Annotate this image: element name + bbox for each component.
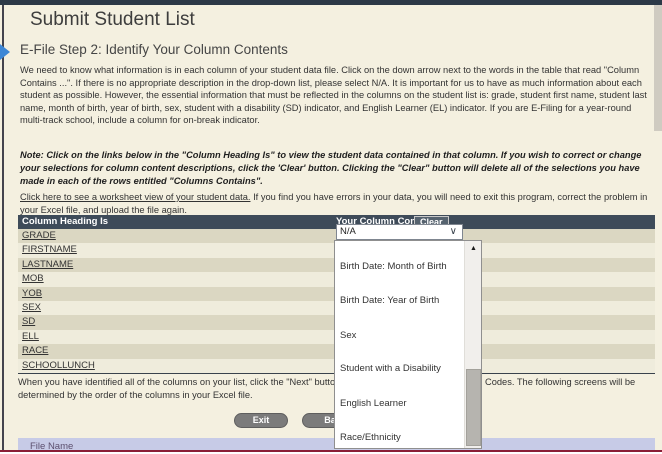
file-name-label: File Name xyxy=(30,441,73,450)
grade-column-select[interactable]: N/A ∨ xyxy=(336,224,463,240)
row-link-sd[interactable]: SD xyxy=(18,316,35,327)
row-link-mob[interactable]: MOB xyxy=(18,273,44,284)
row-link-ell[interactable]: ELL xyxy=(18,331,39,342)
next-instructions-right: Codes. The following screens will be xyxy=(485,377,635,387)
intro-paragraph: We need to know what information is in e… xyxy=(20,64,652,127)
next-instructions-left: When you have identified all of the colu… xyxy=(18,377,348,387)
scrollbar-thumb[interactable] xyxy=(466,369,481,446)
row-link-lastname[interactable]: LASTNAME xyxy=(18,259,73,270)
left-border xyxy=(2,5,4,450)
worksheet-paragraph: Click here to see a worksheet view of yo… xyxy=(20,191,652,216)
dropdown-scrollbar[interactable]: ▲ xyxy=(464,241,481,448)
row-link-sex[interactable]: SEX xyxy=(18,302,41,313)
section-heading: E-File Step 2: Identify Your Column Cont… xyxy=(20,42,288,57)
dropdown-option-race-ethnicity[interactable]: Race/Ethnicity xyxy=(340,432,401,443)
window-edge-strip xyxy=(654,5,662,131)
dropdown-option-sex[interactable]: Sex xyxy=(340,330,356,341)
row-link-firstname[interactable]: FIRSTNAME xyxy=(18,244,77,255)
dropdown-option-english-learner[interactable]: English Learner xyxy=(340,398,407,409)
step-arrow-icon xyxy=(0,44,10,60)
column-contains-dropdown: Birth Date: Month of Birth Birth Date: Y… xyxy=(334,240,482,449)
row-link-schoollunch[interactable]: SCHOOLLUNCH xyxy=(18,360,95,371)
worksheet-view-link[interactable]: Click here to see a worksheet view of yo… xyxy=(20,192,250,202)
row-link-race[interactable]: RACE xyxy=(18,345,48,356)
grade-select-value: N/A xyxy=(340,226,356,237)
col-heading-is-header: Column Heading Is xyxy=(22,215,108,229)
dropdown-option-month-of-birth[interactable]: Birth Date: Month of Birth xyxy=(340,261,447,272)
scroll-up-arrow-icon[interactable]: ▲ xyxy=(466,242,481,255)
dropdown-option-year-of-birth[interactable]: Birth Date: Year of Birth xyxy=(340,295,439,306)
submit-student-list-page: Submit Student List E-File Step 2: Ident… xyxy=(0,0,662,454)
note-paragraph: Note: Click on the links below in the "C… xyxy=(20,149,652,188)
row-link-yob[interactable]: YOB xyxy=(18,288,42,299)
bottom-border xyxy=(0,450,662,452)
dropdown-option-disability[interactable]: Student with a Disability xyxy=(340,363,441,374)
row-link-grade[interactable]: GRADE xyxy=(18,230,56,241)
top-border xyxy=(0,0,662,5)
exit-button[interactable]: Exit xyxy=(234,413,288,428)
page-title: Submit Student List xyxy=(30,9,195,31)
next-instructions-line2: determined by the order of the columns i… xyxy=(18,390,253,400)
chevron-down-icon: ∨ xyxy=(450,225,457,239)
